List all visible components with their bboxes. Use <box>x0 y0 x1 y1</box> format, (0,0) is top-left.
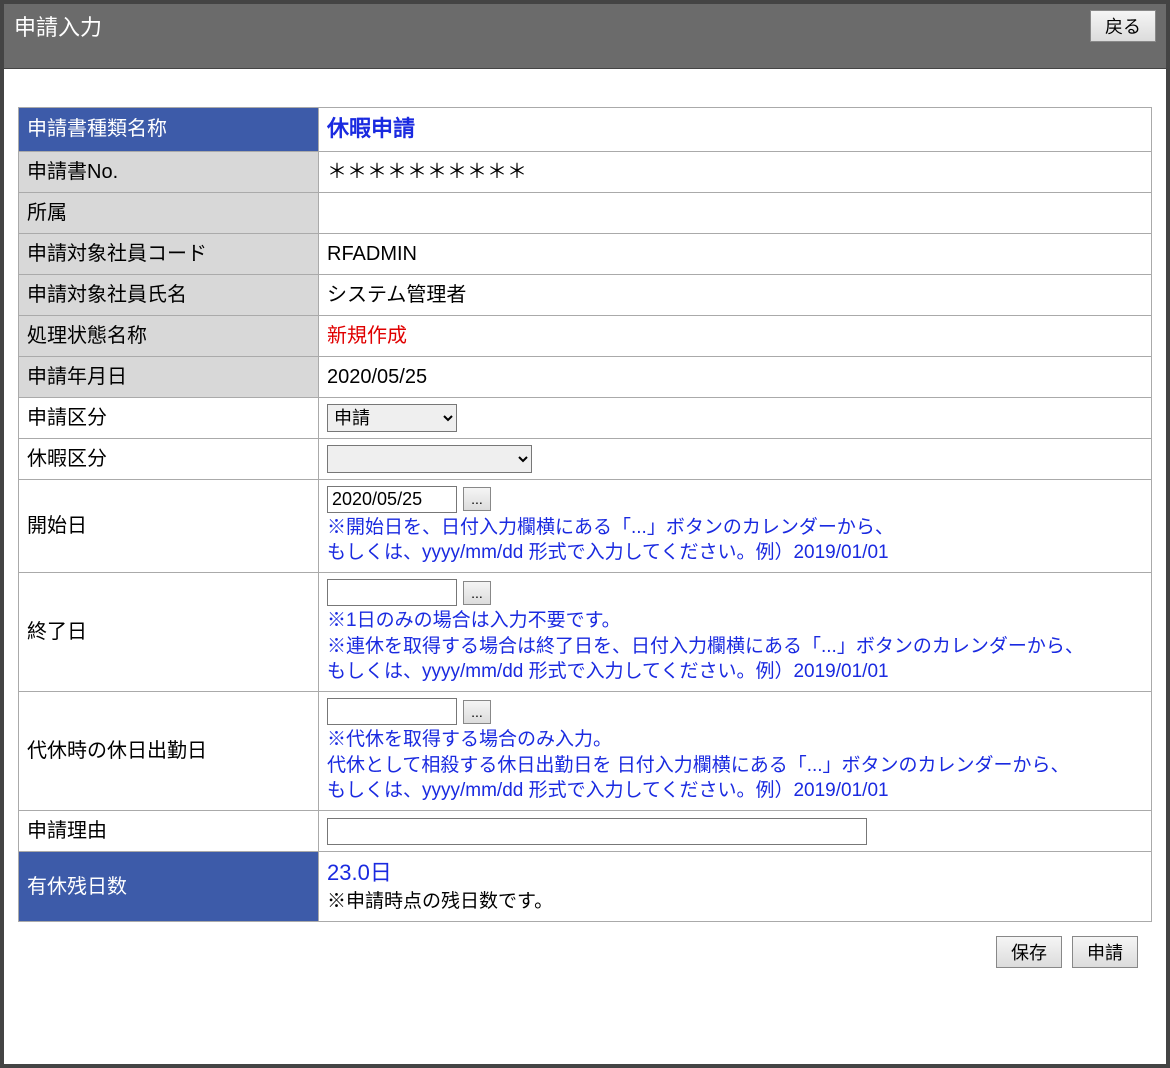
start-date-calendar-button[interactable]: ... <box>463 487 491 511</box>
label-end-date: 終了日 <box>19 573 319 692</box>
value-status: 新規作成 <box>327 325 407 347</box>
start-date-help2: もしくは、yyyy/mm/dd 形式で入力してください。例）2019/01/01 <box>327 540 1143 566</box>
end-date-help1: ※1日のみの場合は入力不要です。 <box>327 608 1143 634</box>
label-start-date: 開始日 <box>19 479 319 572</box>
back-button[interactable]: 戻る <box>1090 10 1156 42</box>
substitute-date-calendar-button[interactable]: ... <box>463 700 491 724</box>
label-app-type: 申請区分 <box>19 397 319 438</box>
substitute-date-input[interactable] <box>327 698 457 725</box>
value-department <box>319 192 1152 233</box>
label-reason: 申請理由 <box>19 810 319 851</box>
substitute-help2: 代休として相殺する休日出勤日を 日付入力欄横にある「...」ボタンのカレンダーか… <box>327 753 1143 779</box>
end-date-calendar-button[interactable]: ... <box>463 581 491 605</box>
end-date-help2: ※連休を取得する場合は終了日を、日付入力欄横にある「...」ボタンのカレンダーか… <box>327 634 1143 660</box>
label-emp-code: 申請対象社員コード <box>19 233 319 274</box>
value-remaining: 23.0日 <box>327 858 1143 889</box>
label-form-type: 申請書種類名称 <box>19 108 319 152</box>
footer-actions: 保存 申請 <box>18 922 1152 968</box>
value-form-no: ＊＊＊＊＊＊＊＊＊＊ <box>319 151 1152 192</box>
end-date-input[interactable] <box>327 579 457 606</box>
label-department: 所属 <box>19 192 319 233</box>
start-date-input[interactable] <box>327 486 457 513</box>
label-status: 処理状態名称 <box>19 315 319 356</box>
form-content: 申請書種類名称 休暇申請 申請書No. ＊＊＊＊＊＊＊＊＊＊ 所属 申請対象社員… <box>4 69 1166 982</box>
label-form-no: 申請書No. <box>19 151 319 192</box>
app-type-select[interactable]: 申請 <box>327 404 457 432</box>
remaining-note: ※申請時点の残日数です。 <box>327 889 1143 916</box>
label-leave-type: 休暇区分 <box>19 438 319 479</box>
label-substitute-date: 代休時の休日出勤日 <box>19 692 319 811</box>
value-emp-code: RFADMIN <box>319 233 1152 274</box>
label-app-date: 申請年月日 <box>19 356 319 397</box>
reason-input[interactable] <box>327 818 867 845</box>
start-date-help1: ※開始日を、日付入力欄横にある「...」ボタンのカレンダーから、 <box>327 515 1143 541</box>
submit-button[interactable]: 申請 <box>1072 936 1138 968</box>
end-date-help3: もしくは、yyyy/mm/dd 形式で入力してください。例）2019/01/01 <box>327 659 1143 685</box>
header-bar: 申請入力 戻る <box>4 4 1166 69</box>
label-remaining: 有休残日数 <box>19 851 319 921</box>
value-emp-name: システム管理者 <box>319 274 1152 315</box>
page-title: 申請入力 <box>14 10 102 42</box>
application-form-table: 申請書種類名称 休暇申請 申請書No. ＊＊＊＊＊＊＊＊＊＊ 所属 申請対象社員… <box>18 107 1152 922</box>
value-form-type: 休暇申請 <box>327 116 415 141</box>
substitute-help1: ※代休を取得する場合のみ入力。 <box>327 727 1143 753</box>
substitute-help3: もしくは、yyyy/mm/dd 形式で入力してください。例）2019/01/01 <box>327 778 1143 804</box>
leave-type-select[interactable] <box>327 445 532 473</box>
value-app-date: 2020/05/25 <box>319 356 1152 397</box>
save-button[interactable]: 保存 <box>996 936 1062 968</box>
label-emp-name: 申請対象社員氏名 <box>19 274 319 315</box>
